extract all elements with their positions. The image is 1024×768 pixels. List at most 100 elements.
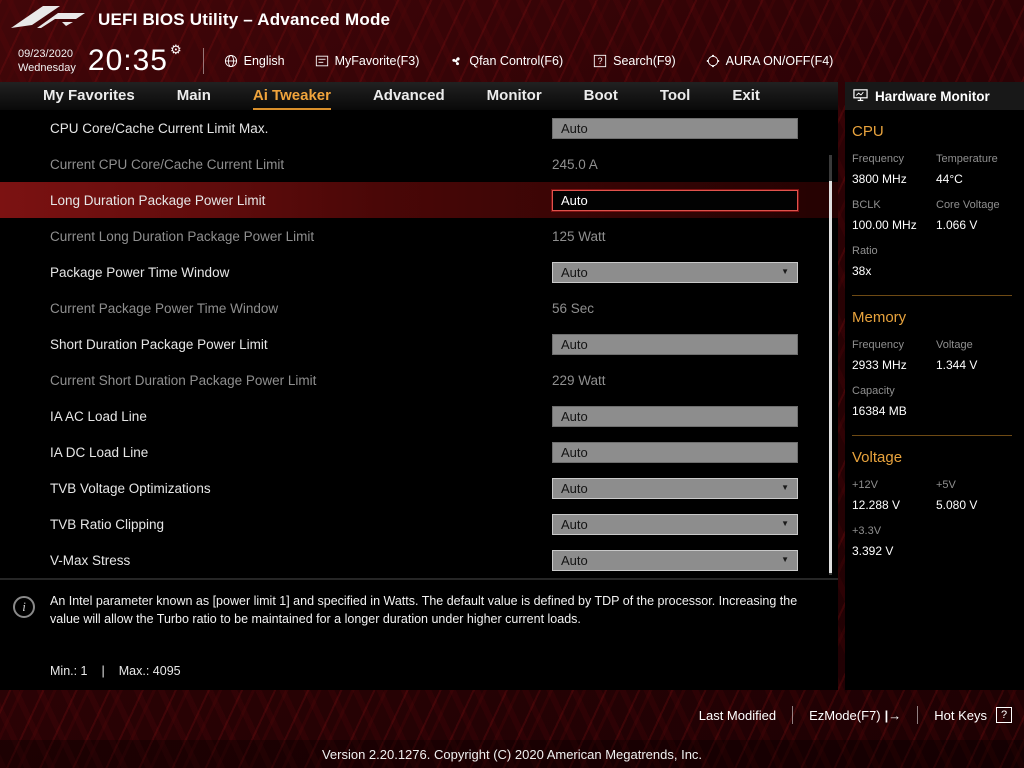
minmax-separator: | bbox=[101, 664, 105, 678]
scrollbar-track[interactable] bbox=[829, 155, 832, 575]
help-text: An Intel parameter known as [power limit… bbox=[50, 594, 798, 626]
hm-value: 2933 MHz bbox=[852, 358, 907, 372]
hm-value: 3.392 V bbox=[852, 544, 894, 558]
tab-monitor[interactable]: Monitor bbox=[487, 82, 542, 110]
tab-my-favorites[interactable]: My Favorites bbox=[43, 82, 135, 110]
setting-dropdown[interactable]: Auto ▼ bbox=[552, 513, 798, 535]
qfan-label: Qfan Control(F6) bbox=[469, 54, 564, 68]
hm-label: Temperature bbox=[936, 153, 998, 165]
hm-label: Voltage bbox=[936, 339, 973, 351]
tab-exit[interactable]: Exit bbox=[732, 82, 760, 110]
svg-text:?: ? bbox=[598, 56, 603, 66]
hm-label: Capacity bbox=[852, 385, 895, 397]
hm-cell: +5V 5.080 V bbox=[936, 479, 1020, 512]
version-text: Version 2.20.1276. Copyright (C) 2020 Am… bbox=[321, 746, 703, 762]
fan-icon bbox=[449, 54, 463, 68]
hotkeys-label: Hot Keys bbox=[934, 707, 987, 723]
ezmode-button[interactable]: EzMode(F7) |→ bbox=[809, 708, 901, 723]
tab-advanced[interactable]: Advanced bbox=[373, 82, 445, 110]
tab-tool[interactable]: Tool bbox=[660, 82, 691, 110]
hm-row: Frequency 2933 MHz Voltage 1.344 V bbox=[852, 339, 1024, 372]
setting-label: Package Power Time Window bbox=[50, 264, 230, 280]
setting-dropdown[interactable]: Auto ▼ bbox=[552, 477, 798, 499]
setting-dropdown[interactable]: Auto ▼ bbox=[552, 261, 798, 283]
setting-row: Current Short Duration Package Power Lim… bbox=[0, 362, 838, 398]
setting-label: Long Duration Package Power Limit bbox=[50, 192, 266, 208]
setting-input[interactable]: Auto bbox=[552, 333, 798, 355]
search-button[interactable]: ? Search(F9) bbox=[593, 54, 676, 68]
hm-cell: +12V 12.288 V bbox=[852, 479, 936, 512]
last-modified-button[interactable]: Last Modified bbox=[699, 708, 776, 723]
setting-input[interactable]: Auto bbox=[552, 405, 798, 427]
setting-row[interactable]: V-Max Stress Auto ▼ bbox=[0, 542, 838, 578]
tab-main[interactable]: Main bbox=[177, 82, 211, 110]
hm-row: Ratio 38x bbox=[852, 245, 1024, 278]
setting-row[interactable]: IA DC Load Line Auto bbox=[0, 434, 838, 470]
hm-value: 1.066 V bbox=[936, 218, 978, 232]
setting-row[interactable]: IA AC Load Line Auto bbox=[0, 398, 838, 434]
setting-label: TVB Voltage Optimizations bbox=[50, 480, 211, 496]
setting-row[interactable]: Short Duration Package Power Limit Auto bbox=[0, 326, 838, 362]
clock-settings-gear-icon[interactable]: ⚙ bbox=[170, 43, 183, 56]
setting-row[interactable]: Long Duration Package Power Limit Auto bbox=[0, 182, 838, 218]
main-menu: My Favorites Main Ai Tweaker Advanced Monito… bbox=[0, 82, 838, 110]
footer-divider bbox=[917, 706, 919, 724]
hm-divider bbox=[852, 435, 1012, 436]
favorites-panel-icon bbox=[315, 54, 329, 68]
hm-cell: Temperature 44°C bbox=[936, 153, 1020, 186]
setting-row[interactable]: Package Power Time Window Auto ▼ bbox=[0, 254, 838, 290]
hm-cell: +3.3V 3.392 V bbox=[852, 525, 936, 558]
chevron-down-icon: ▼ bbox=[781, 519, 789, 528]
aura-button[interactable]: AURA ON/OFF(F4) bbox=[706, 54, 833, 68]
setting-value: Auto bbox=[561, 336, 588, 352]
language-label: English bbox=[243, 54, 285, 68]
chevron-down-icon: ▼ bbox=[781, 483, 789, 492]
app-title: UEFI BIOS Utility – Advanced Mode bbox=[98, 10, 391, 29]
setting-input[interactable]: Auto bbox=[552, 189, 798, 211]
qfan-control-button[interactable]: Qfan Control(F6) bbox=[449, 54, 563, 68]
settings-list: CPU Core/Cache Current Limit Max. Auto Cur… bbox=[0, 110, 838, 578]
hm-label: Ratio bbox=[852, 245, 878, 257]
rog-logo-icon bbox=[10, 4, 86, 37]
setting-row[interactable]: TVB Ratio Clipping Auto ▼ bbox=[0, 506, 838, 542]
tab-boot[interactable]: Boot bbox=[584, 82, 618, 110]
clock-display: 20:35 ⚙ bbox=[88, 43, 183, 76]
search-label: Search(F9) bbox=[613, 54, 676, 68]
hm-cell: Frequency 3800 MHz bbox=[852, 153, 936, 186]
hm-row: Frequency 3800 MHz Temperature 44°C bbox=[852, 153, 1024, 186]
setting-row[interactable]: TVB Voltage Optimizations Auto ▼ bbox=[0, 470, 838, 506]
setting-input[interactable]: Auto bbox=[552, 441, 798, 463]
setting-dropdown[interactable]: Auto ▼ bbox=[552, 549, 798, 571]
setting-row[interactable]: CPU Core/Cache Current Limit Max. Auto bbox=[0, 110, 838, 146]
setting-label: IA AC Load Line bbox=[50, 408, 147, 424]
tab-ai-tweaker[interactable]: Ai Tweaker bbox=[252, 82, 331, 110]
header-toolbar: English MyFavorite(F3) Qfan Control(F6) … bbox=[224, 54, 833, 68]
setting-value: Auto bbox=[561, 444, 588, 460]
setting-readonly-value: 229 Watt bbox=[552, 372, 606, 388]
setting-label: Current Short Duration Package Power Lim… bbox=[50, 372, 317, 388]
setting-label: Current Long Duration Package Power Limi… bbox=[50, 228, 315, 244]
hm-cell: Ratio 38x bbox=[852, 245, 936, 278]
setting-readonly-value: 125 Watt bbox=[552, 228, 606, 244]
hm-label: +12V bbox=[852, 479, 878, 491]
topbar: UEFI BIOS Utility – Advanced Mode 09/23/… bbox=[0, 0, 1024, 82]
setting-label: CPU Core/Cache Current Limit Max. bbox=[50, 120, 269, 136]
scrollbar-thumb[interactable] bbox=[829, 181, 832, 573]
setting-input[interactable]: Auto bbox=[552, 117, 798, 139]
hm-value: 12.288 V bbox=[852, 498, 901, 512]
hm-section-voltage: Voltage +12V 12.288 V +5V 5.080 V +3.3V 3.392 … bbox=[852, 449, 1024, 558]
hotkeys-button[interactable]: Hot Keys ? bbox=[934, 707, 1012, 723]
hm-row: BCLK 100.00 MHz Core Voltage 1.066 V bbox=[852, 199, 1024, 232]
myfavorite-button[interactable]: MyFavorite(F3) bbox=[315, 54, 419, 68]
setting-value: Auto bbox=[561, 264, 588, 280]
hm-value: 1.344 V bbox=[936, 358, 978, 372]
info-icon: i bbox=[13, 596, 35, 618]
setting-value: Auto bbox=[561, 192, 588, 208]
setting-value: Auto bbox=[561, 552, 588, 568]
setting-row: Current Long Duration Package Power Limi… bbox=[0, 218, 838, 254]
hm-label: +5V bbox=[936, 479, 956, 491]
language-button[interactable]: English bbox=[224, 54, 285, 68]
setting-value: Auto bbox=[561, 120, 588, 136]
bios-screen: { "colors": { "accent_orange": "#efa53e"… bbox=[0, 0, 1024, 768]
hm-value: 44°C bbox=[936, 172, 963, 186]
